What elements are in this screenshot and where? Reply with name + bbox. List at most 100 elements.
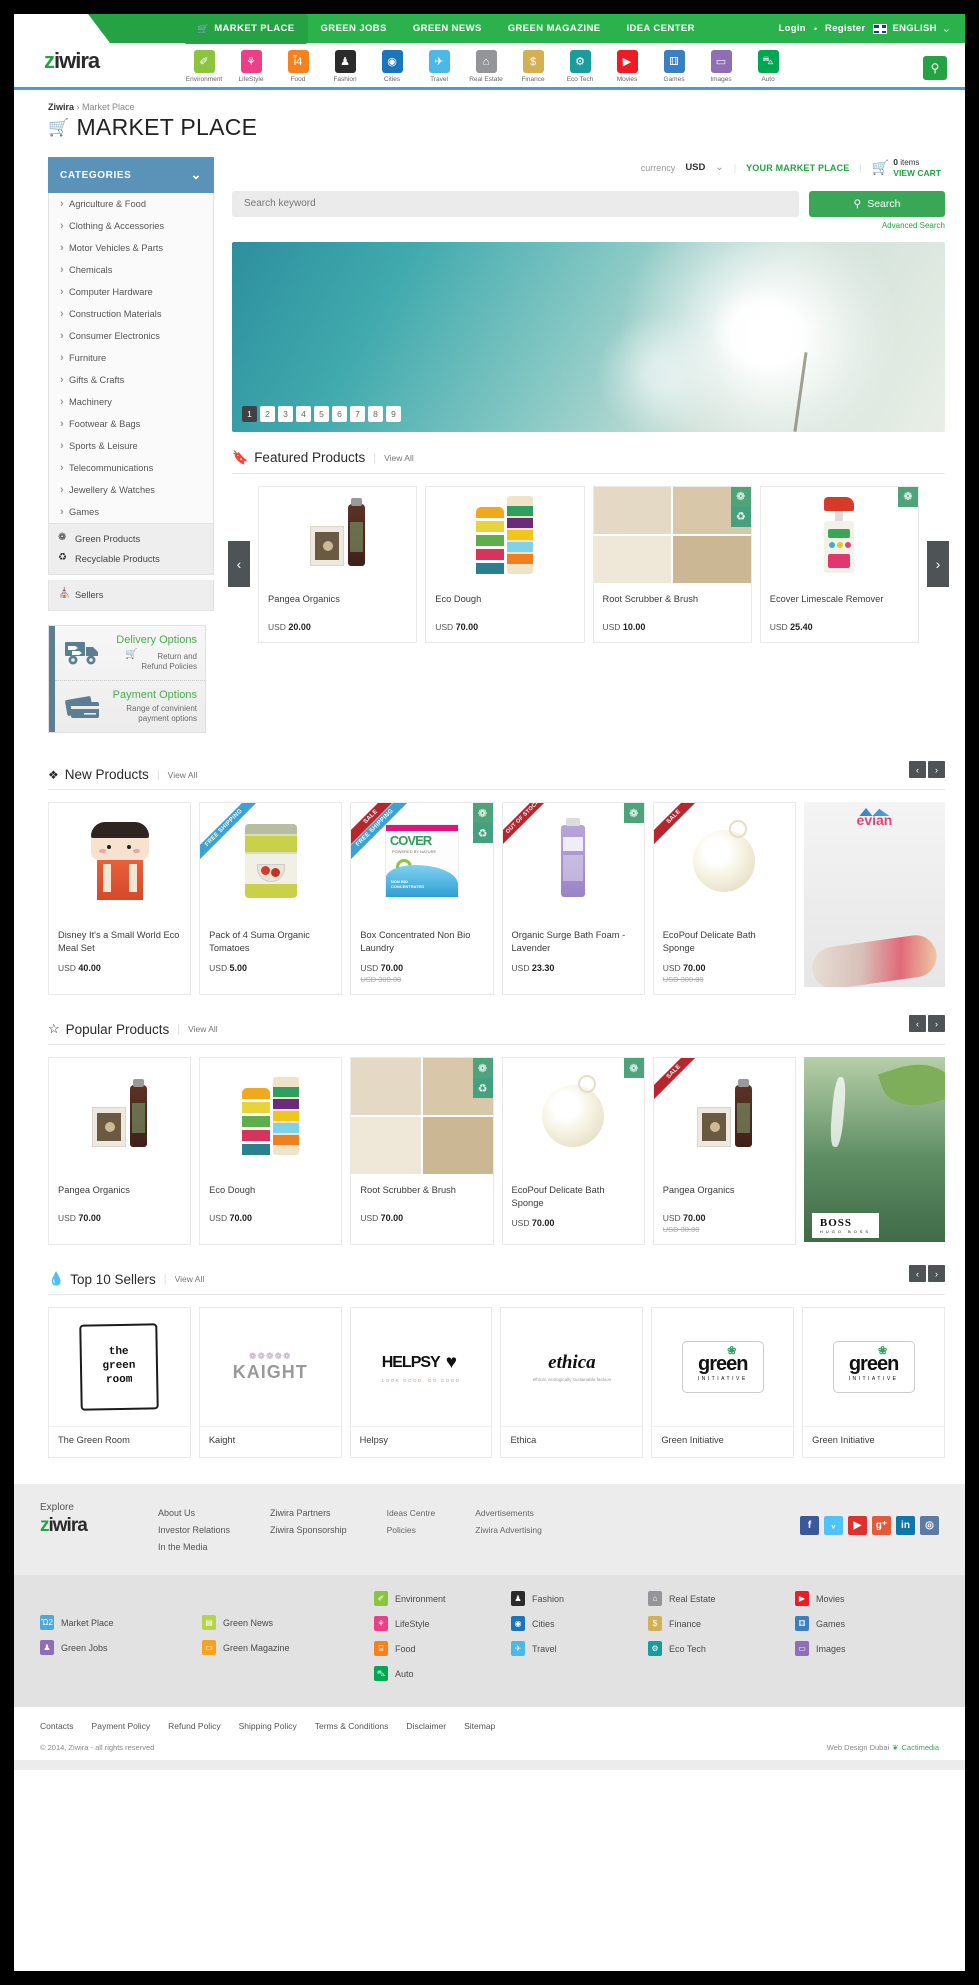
- product-card[interactable]: Pangea Organics USD 20.00: [258, 485, 418, 643]
- sidebar-category-machinery[interactable]: Machinery: [49, 391, 213, 413]
- sidebar-item-green-products[interactable]: ❁ Green Products: [49, 529, 213, 549]
- sidebar-category-furniture[interactable]: Furniture: [49, 347, 213, 369]
- currency-value[interactable]: USD: [685, 162, 705, 173]
- carousel-next-button[interactable]: ›: [927, 541, 949, 588]
- footer-policy-payment-policy[interactable]: Payment Policy: [92, 1721, 151, 1731]
- sidebar-category-construction-materials[interactable]: Construction Materials: [49, 303, 213, 325]
- sidebar-category-agriculture-food[interactable]: Agriculture & Food: [49, 193, 213, 215]
- footer-portal-real-estate[interactable]: ⌂ Real Estate: [648, 1591, 773, 1607]
- banner-page-1[interactable]: 1: [242, 405, 257, 422]
- banner-page-7[interactable]: 7: [350, 405, 365, 422]
- product-card[interactable]: SALE Pangea Organics USD 70.00 USD 30.00: [652, 1057, 796, 1246]
- language-selector[interactable]: ENGLISH ⌄: [873, 22, 951, 35]
- footer-policy-contacts[interactable]: Contacts: [40, 1721, 74, 1731]
- nav-item-green-news[interactable]: GREEN NEWS: [400, 14, 495, 43]
- sidebar-category-computer-hardware[interactable]: Computer Hardware: [49, 281, 213, 303]
- view-all-link[interactable]: View All: [175, 1274, 205, 1284]
- youtube-icon[interactable]: ▶: [848, 1516, 867, 1536]
- category-icon-games[interactable]: ⚅ Games: [654, 50, 694, 83]
- view-all-link[interactable]: View All: [188, 1024, 218, 1034]
- your-market-place-link[interactable]: YOUR MARKET PLACE: [746, 163, 849, 173]
- product-card[interactable]: ❁ ♻ Root Scrubber & Brush USD 10.00: [592, 485, 752, 643]
- footer-link-investor-relations[interactable]: Investor Relations: [158, 1525, 230, 1535]
- footer-portal-green-jobs[interactable]: ♟ Green Jobs: [40, 1640, 180, 1656]
- footer-link-in-the-media[interactable]: In the Media: [158, 1542, 230, 1552]
- breadcrumb-root[interactable]: Ziwira: [48, 102, 74, 112]
- footer-policy-shipping-policy[interactable]: Shipping Policy: [239, 1721, 297, 1731]
- footer-portal-finance[interactable]: $ Finance: [648, 1616, 773, 1632]
- product-card[interactable]: Eco Dough USD 70.00: [199, 1057, 343, 1246]
- footer-portal-games[interactable]: ⚅ Games: [795, 1616, 900, 1632]
- category-icon-cities[interactable]: ◉ Cities: [372, 50, 412, 83]
- linkedin-icon[interactable]: in: [896, 1516, 915, 1536]
- product-card[interactable]: Disney It's a Small World Eco Meal Set US…: [48, 802, 192, 996]
- banner-pagination[interactable]: 123456789: [242, 405, 401, 422]
- banner-page-6[interactable]: 6: [332, 405, 347, 422]
- nav-item-market-place[interactable]: 🛒 MARKET PLACE: [184, 14, 308, 44]
- carousel-prev-button[interactable]: ‹: [909, 1015, 926, 1033]
- sidebar-category-sports-leisure[interactable]: Sports & Leisure: [49, 435, 213, 457]
- footer-policy-refund-policy[interactable]: Refund Policy: [168, 1721, 220, 1731]
- sidebar-category-footwear-bags[interactable]: Footwear & Bags: [49, 413, 213, 435]
- nav-item-green-magazine[interactable]: GREEN MAGAZINE: [495, 14, 614, 43]
- footer-policy-sitemap[interactable]: Sitemap: [464, 1721, 495, 1731]
- sidebar-category-motor-vehicles-parts[interactable]: Motor Vehicles & Parts: [49, 237, 213, 259]
- site-logo[interactable]: ziwira: [44, 48, 100, 74]
- seller-card[interactable]: gree ❀ n INITIATIVE Green Initiative: [651, 1307, 795, 1459]
- carousel-prev-button[interactable]: ‹: [909, 1265, 926, 1283]
- category-icon-travel[interactable]: ✈ Travel: [419, 50, 459, 83]
- category-icon-lifestyle[interactable]: ⚘ LifeStyle: [231, 50, 271, 83]
- product-card[interactable]: SALE EcoPouf Delicate Bath Sponge USD 70.0…: [652, 802, 796, 996]
- product-card[interactable]: ❁ Ecover Limescale Remover USD 25.40: [759, 485, 919, 643]
- carousel-next-button[interactable]: ›: [928, 1015, 945, 1033]
- category-icon-environment[interactable]: ✐ Environment: [184, 50, 224, 83]
- category-icon-auto[interactable]: ⛍ Auto: [748, 50, 788, 83]
- footer-portal-market-place[interactable]: Ὥ2 Market Place: [40, 1615, 180, 1631]
- banner-page-8[interactable]: 8: [368, 405, 383, 422]
- sidebar-category-games[interactable]: Games: [49, 501, 213, 523]
- category-icon-food[interactable]: ἷ4 Food: [278, 50, 318, 83]
- footer-link-advertisements[interactable]: Advertisements: [475, 1508, 542, 1518]
- delivery-options-row[interactable]: Delivery Options 🛒 Return and Refund Pol…: [55, 626, 205, 680]
- sellers-link-block[interactable]: ⛪ Sellers: [48, 580, 214, 611]
- facebook-icon[interactable]: f: [800, 1516, 819, 1536]
- category-icon-finance[interactable]: $ Finance: [513, 50, 553, 83]
- sidebar-category-jewellery-watches[interactable]: Jewellery & Watches: [49, 479, 213, 501]
- sidebar-item-recyclable-products[interactable]: ♻ Recyclable Products: [49, 549, 213, 569]
- footer-portal-lifestyle[interactable]: ⚘ LifeStyle: [374, 1616, 489, 1632]
- category-icon-fashion[interactable]: ♟ Fashion: [325, 50, 365, 83]
- banner-page-2[interactable]: 2: [260, 405, 275, 422]
- footer-portal-food[interactable]: ⌸ Food: [374, 1641, 489, 1657]
- footer-logo[interactable]: ziwira: [40, 1515, 158, 1537]
- product-card[interactable]: OUT OF STOCK ❁ Organic Surge Bath Foam - L…: [501, 802, 645, 996]
- banner-page-3[interactable]: 3: [278, 405, 293, 422]
- seller-card[interactable]: the green room The Green Room: [48, 1307, 191, 1459]
- footer-policy-links[interactable]: Contacts Payment Policy Refund Policy Shipp…: [40, 1721, 939, 1731]
- seller-card[interactable]: ethica ethical, ecologically sustainable …: [500, 1307, 644, 1459]
- hero-banner[interactable]: 123456789: [232, 241, 945, 432]
- login-link[interactable]: Login: [779, 23, 806, 34]
- product-card[interactable]: evian: [803, 802, 946, 996]
- product-card[interactable]: BOSS HUGO BOSS: [803, 1057, 946, 1246]
- credit-brand[interactable]: Cactimedia: [901, 1743, 939, 1752]
- categories-header[interactable]: CATEGORIES ⌄: [48, 157, 214, 193]
- footer-policy-disclaimer[interactable]: Disclaimer: [406, 1721, 446, 1731]
- sidebar-category-clothing-accessories[interactable]: Clothing & Accessories: [49, 215, 213, 237]
- product-card[interactable]: ❁ EcoPouf Delicate Bath Sponge USD 70.00: [501, 1057, 645, 1246]
- language-label[interactable]: ENGLISH: [892, 23, 936, 34]
- primary-nav[interactable]: 🛒 MARKET PLACE GREEN JOBS GREEN NEWS GREEN M…: [184, 14, 708, 44]
- payment-options-row[interactable]: Payment Options Range of convinient paym…: [55, 680, 205, 732]
- view-all-link[interactable]: View All: [168, 770, 198, 780]
- sidebar-item-sellers[interactable]: ⛪ Sellers: [49, 585, 213, 605]
- product-card[interactable]: SALE FREE SHIPPING ❁ ♻ COVER POWERED BY NATUR…: [350, 802, 494, 996]
- footer-portal-movies[interactable]: ▶ Movies: [795, 1591, 900, 1607]
- banner-page-5[interactable]: 5: [314, 405, 329, 422]
- instagram-icon[interactable]: ◎: [920, 1516, 939, 1536]
- footer-portal-green-news[interactable]: ▤ Green News: [202, 1615, 352, 1631]
- footer-portal-cities[interactable]: ◉ Cities: [511, 1616, 626, 1632]
- footer-link-ziwira-partners[interactable]: Ziwira Partners: [270, 1508, 347, 1518]
- register-link[interactable]: Register: [825, 23, 865, 34]
- sidebar-category-consumer-electronics[interactable]: Consumer Electronics: [49, 325, 213, 347]
- category-list[interactable]: Agriculture & Food Clothing & Accessories…: [48, 193, 214, 524]
- footer-portal-environment[interactable]: ✐ Environment: [374, 1591, 489, 1607]
